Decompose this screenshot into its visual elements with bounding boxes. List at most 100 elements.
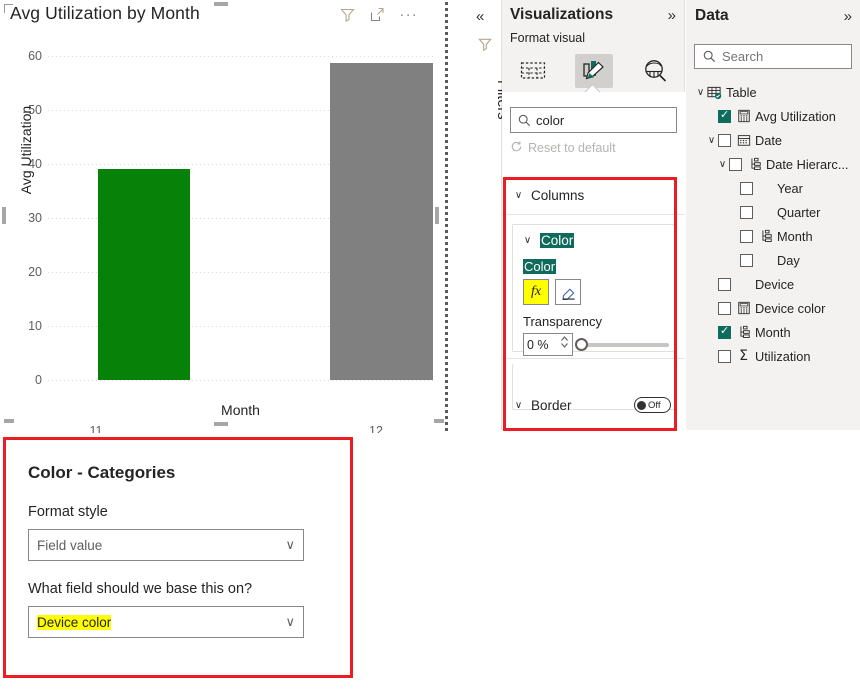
border-section-header[interactable]: ∨ Border xyxy=(512,398,572,413)
format-style-value: Field value xyxy=(37,537,103,553)
chevron-down-icon[interactable]: ∨ xyxy=(694,87,707,98)
filter-funnel-icon[interactable] xyxy=(477,36,493,57)
format-search-box[interactable]: ✕ xyxy=(510,107,731,133)
field-checkbox[interactable] xyxy=(718,301,731,315)
base-field-dropdown[interactable]: Device color ∨ xyxy=(28,606,304,638)
field-tree-item[interactable]: Month xyxy=(686,224,860,248)
field-label: Month xyxy=(755,324,791,340)
data-pane: Data » ∨ Table Avg Utilization ∨ Date ∨ Date H… xyxy=(686,0,860,433)
visual-header-icons: ··· xyxy=(339,6,418,23)
resize-handle-top-center[interactable] xyxy=(214,2,228,6)
more-options-icon[interactable]: ··· xyxy=(399,7,418,22)
hierarchy-icon xyxy=(747,157,762,171)
field-label: Month xyxy=(777,228,813,244)
resize-handle-right[interactable] xyxy=(435,207,439,224)
section-divider xyxy=(502,358,685,359)
resize-handle-left[interactable] xyxy=(2,207,6,224)
resize-handle-bottom-right[interactable] xyxy=(434,419,444,423)
y-tick-10: 10 xyxy=(28,319,42,333)
field-checkbox[interactable] xyxy=(740,181,753,195)
bar-month-11[interactable] xyxy=(98,168,191,380)
format-style-dropdown[interactable]: Field value ∨ xyxy=(28,529,304,561)
transparency-slider[interactable] xyxy=(575,337,669,351)
chevron-down-icon[interactable]: ∨ xyxy=(716,159,729,170)
color-property-text: Color xyxy=(523,259,557,274)
stepper-arrows-icon[interactable] xyxy=(560,334,569,355)
columns-section-label: Columns xyxy=(531,188,585,203)
field-tree-item[interactable]: ∨ Table xyxy=(686,80,860,104)
chevron-down-icon: ∨ xyxy=(285,614,295,629)
field-label: Avg Utilization xyxy=(755,108,836,124)
filters-collapse-button[interactable]: « xyxy=(476,8,484,25)
analytics-tab[interactable] xyxy=(636,54,674,88)
field-tree-item[interactable]: ∨ Date Hierarc... xyxy=(686,152,860,176)
color-group-label: Color xyxy=(540,233,575,248)
field-checkbox[interactable] xyxy=(740,229,753,243)
border-section-label: Border xyxy=(531,398,572,413)
field-tree-item[interactable]: Day xyxy=(686,248,860,272)
field-tree-item[interactable]: Device xyxy=(686,272,860,296)
field-label: Day xyxy=(777,252,800,268)
search-icon xyxy=(695,50,722,63)
resize-handle-bottom-left[interactable] xyxy=(4,419,14,423)
visualizations-expand-button[interactable]: » xyxy=(668,7,676,24)
field-checkbox[interactable] xyxy=(718,133,731,147)
y-tick-20: 20 xyxy=(28,265,42,279)
field-tree-item[interactable]: Σ Utilization xyxy=(686,344,860,368)
transparency-stepper[interactable]: 0 % xyxy=(523,333,573,356)
chevron-down-icon[interactable]: ∨ xyxy=(705,135,718,146)
chevron-down-icon: ∨ xyxy=(514,190,523,201)
data-pane-title: Data xyxy=(695,7,729,24)
data-search-box[interactable] xyxy=(694,44,860,69)
y-tick-0: 0 xyxy=(35,373,42,387)
border-toggle[interactable]: Off xyxy=(634,397,671,413)
field-tree-item[interactable]: Year xyxy=(686,176,860,200)
resize-handle-bottom-center[interactable] xyxy=(214,422,228,426)
hierarchy-level-icon xyxy=(736,325,751,339)
field-checkbox[interactable] xyxy=(729,157,742,171)
field-tree-item[interactable]: Month xyxy=(686,320,860,344)
chevron-down-icon: ∨ xyxy=(523,235,532,246)
x-tick-11: 11 xyxy=(89,424,103,433)
field-checkbox[interactable] xyxy=(718,108,731,123)
conditional-formatting-fx-button[interactable]: fx xyxy=(523,279,549,305)
table-icon xyxy=(707,85,722,100)
field-checkbox[interactable] xyxy=(740,253,753,267)
bar-month-12[interactable] xyxy=(330,63,433,380)
field-checkbox[interactable] xyxy=(718,324,731,339)
field-checkbox[interactable] xyxy=(718,349,731,363)
x-tick-12: 12 xyxy=(369,424,383,433)
field-tree-item[interactable]: ∨ Date xyxy=(686,128,860,152)
hierarchy-level-icon xyxy=(758,229,773,243)
field-tree-item[interactable]: Quarter xyxy=(686,200,860,224)
data-pane-expand-button[interactable]: » xyxy=(844,8,852,25)
data-search-input[interactable] xyxy=(722,49,860,64)
field-tree-item[interactable]: Avg Utilization xyxy=(686,104,860,128)
color-settings-card: ∨ Color Color fx Transparency 0 % xyxy=(512,224,675,356)
toggle-knob xyxy=(637,400,646,410)
field-label: Date xyxy=(755,132,783,148)
y-axis-title: Avg Utilization xyxy=(18,105,34,195)
clear-color-eraser-button[interactable] xyxy=(555,279,581,305)
field-checkbox[interactable] xyxy=(740,205,753,219)
fields-tab[interactable] xyxy=(514,54,552,88)
dialog-title: Color - Categories xyxy=(28,463,176,482)
bar-chart-visual[interactable]: Avg Utilization by Month ··· 0 10 20 30 … xyxy=(2,2,448,433)
color-group-header[interactable]: ∨ Color xyxy=(521,233,575,248)
x-axis-title: Month xyxy=(221,402,260,418)
field-label: Table xyxy=(726,84,757,100)
filter-funnel-icon[interactable] xyxy=(339,6,356,23)
sigma-icon: Σ xyxy=(739,348,748,364)
columns-section-header[interactable]: ∨ Columns xyxy=(512,188,584,203)
focus-mode-icon[interactable] xyxy=(369,6,386,23)
field-checkbox[interactable] xyxy=(718,277,731,291)
reset-to-default-button[interactable]: Reset to default xyxy=(510,140,616,156)
y-tick-60: 60 xyxy=(28,49,42,63)
field-label: Utilization xyxy=(755,348,811,364)
eraser-icon xyxy=(561,287,575,300)
transparency-controls: 0 % xyxy=(523,333,669,356)
field-label: Device xyxy=(755,276,795,292)
field-tree-item[interactable]: Device color xyxy=(686,296,860,320)
chart-title: Avg Utilization by Month xyxy=(10,3,200,23)
transparency-slider-thumb[interactable] xyxy=(575,337,588,351)
